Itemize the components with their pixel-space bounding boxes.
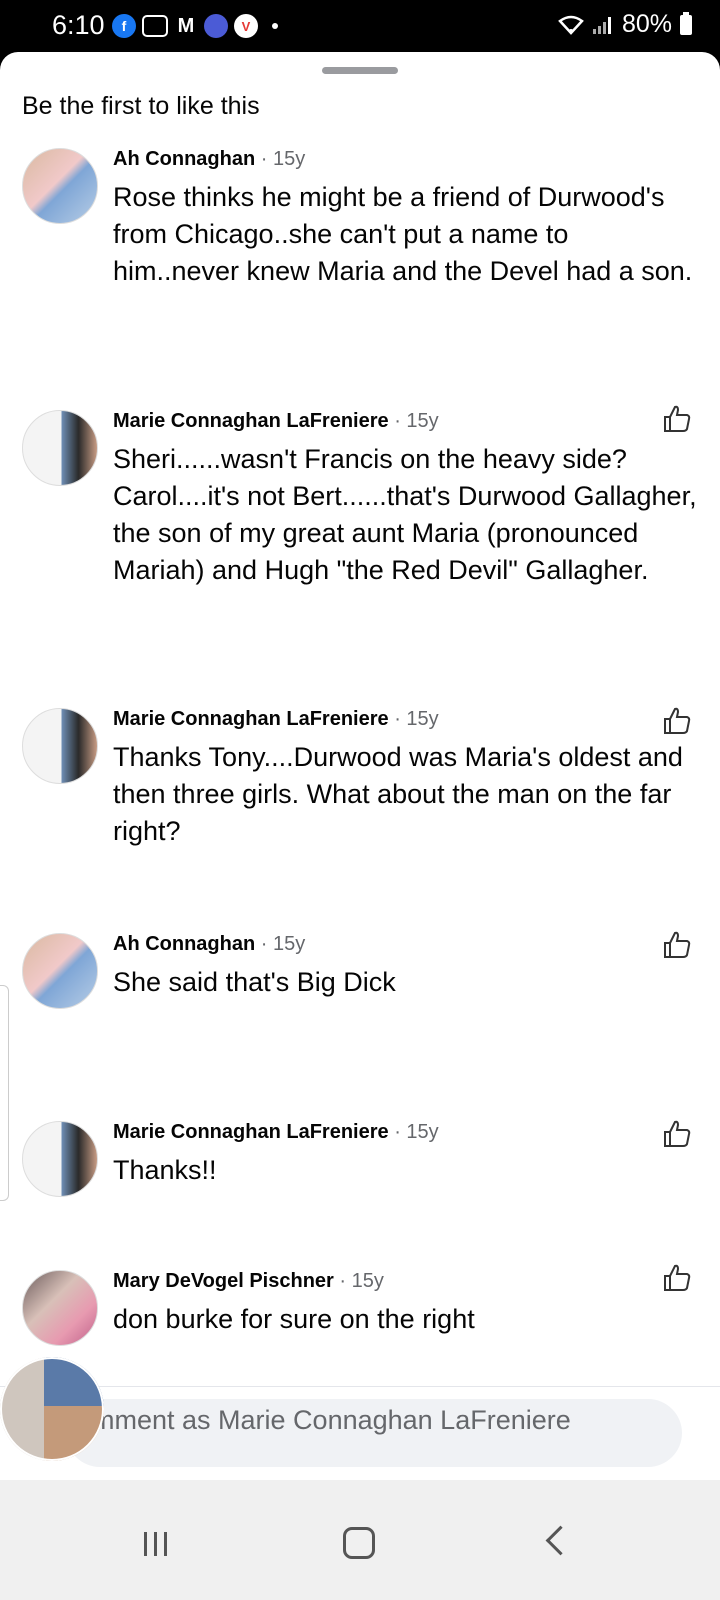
comment-input-placeholder[interactable]: mment as Marie Connaghan LaFreniere (92, 1405, 571, 1436)
comment-author[interactable]: Marie Connaghan LaFreniere (113, 708, 389, 730)
comment-text: don burke for sure on the right (113, 1304, 475, 1334)
status-bar: 6:10 f M V 80% (0, 0, 720, 52)
comment-author[interactable]: Marie Connaghan LaFreniere (113, 1121, 389, 1143)
avatar[interactable] (22, 933, 98, 1009)
signal-icon (592, 16, 611, 34)
home-button[interactable] (343, 1527, 375, 1559)
comment-text: She said that's Big Dick (113, 967, 396, 997)
battery-percent: 80% (621, 10, 672, 38)
facebook-icon: f (112, 14, 136, 38)
comment-age: · 15y (394, 410, 439, 432)
avatar[interactable] (22, 1121, 98, 1197)
comment-text: Thanks Tony....Durwood was Maria's oldes… (113, 742, 683, 846)
notification-icons: f M V (112, 14, 278, 38)
comment-text: Rose thinks he might be a friend of Durw… (113, 182, 693, 286)
wifi-icon (558, 15, 584, 35)
avatar[interactable] (22, 148, 98, 224)
avatar[interactable] (22, 1270, 98, 1346)
comment-age: · 15y (394, 1121, 439, 1143)
avatar[interactable] (22, 410, 98, 486)
comment-composer: mment as Marie Connaghan LaFreniere (0, 1386, 720, 1481)
comment-text: Thanks!! (113, 1155, 217, 1185)
status-time: 6:10 (52, 10, 105, 40)
reactions-summary[interactable]: Be the first to like this (22, 92, 260, 121)
vivaldi-icon: V (234, 14, 258, 38)
comment-author[interactable]: Marie Connaghan LaFreniere (113, 410, 389, 432)
comment-author[interactable]: Ah Connaghan (113, 933, 255, 955)
comment-text: Sheri......wasn't Francis on the heavy s… (113, 444, 697, 585)
floating-chat-head-avatar[interactable] (0, 1350, 104, 1468)
recent-apps-button[interactable] (144, 1532, 167, 1556)
camera-icon (142, 15, 168, 37)
comment-author[interactable]: Ah Connaghan (113, 148, 255, 170)
back-button[interactable] (545, 1525, 576, 1556)
scrollbar[interactable] (0, 985, 9, 1201)
gmail-icon: M (177, 14, 195, 37)
avatar[interactable] (22, 708, 98, 784)
comments-sheet: Be the first to like this Ah Connaghan ·… (0, 52, 720, 1509)
comment-age: · 15y (260, 933, 306, 955)
comment-age: · 15y (394, 708, 439, 730)
comment-age: · 15y (260, 148, 306, 170)
system-nav-bar (0, 1480, 720, 1600)
more-notifications-icon (272, 23, 278, 29)
messages-icon (204, 14, 228, 38)
battery-icon (680, 11, 692, 35)
comment-age: · 15y (339, 1270, 384, 1292)
sheet-drag-handle[interactable] (322, 67, 398, 74)
comment-author[interactable]: Mary DeVogel Pischner (113, 1270, 334, 1292)
